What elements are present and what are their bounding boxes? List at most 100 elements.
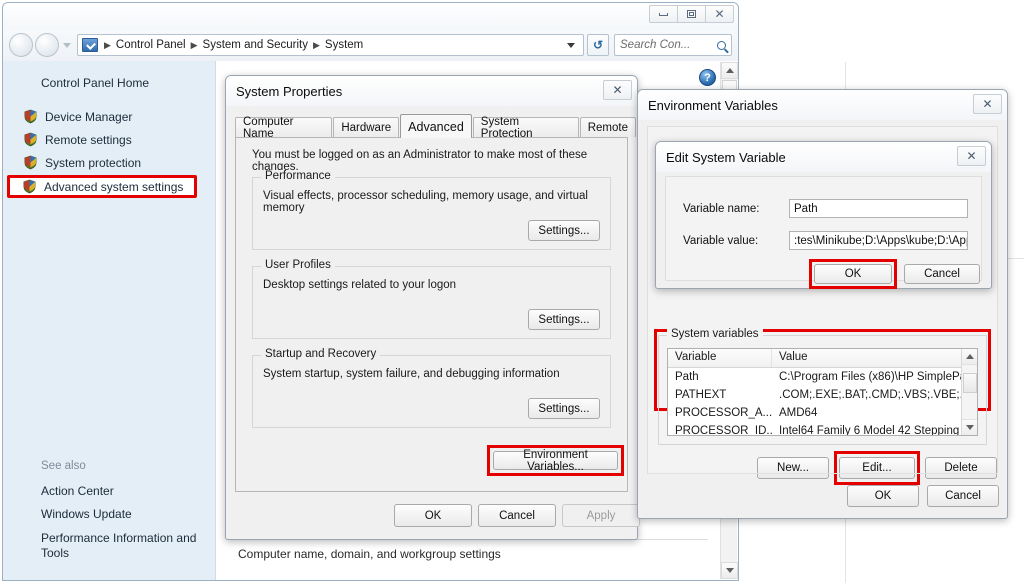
close-icon: ✕ xyxy=(612,83,622,97)
dialog-divider xyxy=(647,473,998,474)
list-scroll-down-button[interactable] xyxy=(962,419,978,435)
sidebar-item-control-panel-home[interactable]: Control Panel Home xyxy=(3,73,215,104)
scroll-up-button[interactable] xyxy=(721,62,738,79)
tab-remote[interactable]: Remote xyxy=(580,117,636,137)
button-label: Cancel xyxy=(499,510,535,522)
table-row[interactable]: PROCESSOR_ID... Intel64 Family 6 Model 4… xyxy=(668,422,977,436)
performance-group: Performance Visual effects, processor sc… xyxy=(252,177,611,250)
chevron-down-icon xyxy=(726,568,734,573)
sidebar-item-label: Device Manager xyxy=(45,110,132,124)
button-label: Cancel xyxy=(945,490,981,502)
table-row[interactable]: Path C:\Program Files (x86)\HP SimplePas… xyxy=(668,368,977,386)
variable-value-input[interactable]: :tes\Minikube;D:\Apps\kube;D:\Apps\doctl… xyxy=(789,231,968,250)
close-icon: ✕ xyxy=(966,149,976,163)
breadcrumb-item-system[interactable]: System xyxy=(323,39,365,51)
environment-variables-titlebar: Environment Variables ✕ xyxy=(638,90,1007,120)
close-edit-system-variable-button[interactable]: ✕ xyxy=(957,146,986,166)
sidebar-item-remote-settings[interactable]: Remote settings xyxy=(7,129,211,150)
edit-variable-panel: Variable name: Path Variable value: :tes… xyxy=(665,176,982,281)
refresh-button[interactable]: ↺ xyxy=(587,34,609,56)
button-label: OK xyxy=(875,490,892,502)
sidebar-item-advanced-system-settings[interactable]: Advanced system settings xyxy=(7,175,197,198)
control-panel-monitor-icon xyxy=(82,38,98,52)
breadcrumb-item-control-panel[interactable]: Control Panel xyxy=(114,39,188,51)
system-properties-ok-button[interactable]: OK xyxy=(394,504,472,527)
button-label: OK xyxy=(425,510,442,522)
shield-icon xyxy=(22,179,37,194)
see-also-section: See also Action Center Windows Update Pe… xyxy=(3,460,215,566)
performance-settings-button[interactable]: Settings... xyxy=(528,220,600,241)
screen-root: ✕ ▶ Control Panel ▶ System and Security … xyxy=(0,0,1024,583)
maximize-icon xyxy=(687,10,696,18)
tab-label: System Protection xyxy=(481,116,571,140)
row-value: Intel64 Family 6 Model 42 Stepping 7, G.… xyxy=(772,425,977,436)
startup-recovery-settings-button[interactable]: Settings... xyxy=(528,398,600,419)
table-row[interactable]: PATHEXT .COM;.EXE;.BAT;.CMD;.VBS;.VBE;.J… xyxy=(668,386,977,404)
edit-system-variable-body: Variable name: Path Variable value: :tes… xyxy=(656,172,991,288)
environment-variables-ok-button[interactable]: OK xyxy=(847,485,919,507)
close-system-properties-button[interactable]: ✕ xyxy=(603,80,632,100)
window-titlebar: ✕ xyxy=(3,3,738,29)
system-properties-cancel-button[interactable]: Cancel xyxy=(478,504,556,527)
button-label: Settings... xyxy=(538,225,589,237)
delete-variable-button[interactable]: Delete xyxy=(925,457,997,479)
row-value: C:\Program Files (x86)\HP SimplePass 2..… xyxy=(772,371,977,383)
table-row[interactable]: PROCESSOR_A... AMD64 xyxy=(668,404,977,422)
maximize-button[interactable] xyxy=(677,5,706,23)
tab-hardware[interactable]: Hardware xyxy=(333,117,399,137)
variable-value-label: Variable value: xyxy=(683,235,758,247)
tab-computer-name[interactable]: Computer Name xyxy=(235,117,332,137)
variable-name-input[interactable]: Path xyxy=(789,199,968,218)
close-environment-variables-button[interactable]: ✕ xyxy=(973,94,1002,114)
sidebar-item-device-manager[interactable]: Device Manager xyxy=(7,106,211,127)
forward-button[interactable] xyxy=(35,33,59,57)
navigation-bar: ▶ Control Panel ▶ System and Security ▶ … xyxy=(3,29,738,61)
list-scrollbar-thumb[interactable] xyxy=(963,373,977,393)
back-button[interactable] xyxy=(9,33,33,57)
see-also-item-performance-information[interactable]: Performance Information and Tools xyxy=(41,527,201,566)
search-box[interactable]: Search Con... xyxy=(614,34,732,56)
list-scroll-up-button[interactable] xyxy=(962,349,978,365)
address-dropdown-icon[interactable] xyxy=(567,43,575,48)
system-variables-group: System variables Variable Value Path C:\… xyxy=(658,335,987,445)
edit-variable-cancel-button[interactable]: Cancel xyxy=(904,264,980,284)
environment-variables-button[interactable]: Environment Variables... xyxy=(493,451,618,470)
system-properties-titlebar: System Properties ✕ xyxy=(226,76,637,106)
scroll-down-button[interactable] xyxy=(721,562,738,579)
tab-advanced[interactable]: Advanced xyxy=(400,114,472,138)
new-variable-button[interactable]: New... xyxy=(757,457,829,479)
row-variable: PATHEXT xyxy=(668,389,772,401)
help-icon[interactable]: ? xyxy=(699,69,716,86)
row-value: .COM;.EXE;.BAT;.CMD;.VBS;.VBE;.JS;.... xyxy=(772,389,977,401)
system-variables-list[interactable]: Variable Value Path C:\Program Files (x8… xyxy=(667,348,978,436)
column-header-variable[interactable]: Variable xyxy=(668,349,772,367)
see-also-item-action-center[interactable]: Action Center xyxy=(41,480,201,504)
breadcrumb-item-system-and-security[interactable]: System and Security xyxy=(201,39,310,51)
system-variables-scrollbar[interactable] xyxy=(961,349,977,435)
breadcrumb-separator-0: ▶ xyxy=(101,40,114,51)
breadcrumb-separator-1: ▶ xyxy=(188,40,201,51)
system-properties-apply-button: Apply xyxy=(562,504,640,527)
minimize-button[interactable] xyxy=(649,5,678,23)
close-window-button[interactable]: ✕ xyxy=(705,5,734,23)
column-header-value[interactable]: Value xyxy=(772,349,977,367)
user-profiles-settings-button[interactable]: Settings... xyxy=(528,309,600,330)
tab-strip: Computer Name Hardware Advanced System P… xyxy=(235,114,637,137)
breadcrumb-separator-2: ▶ xyxy=(310,40,323,51)
edit-variable-ok-button[interactable]: OK xyxy=(814,264,892,284)
user-profiles-description: Desktop settings related to your logon xyxy=(263,279,456,291)
button-label: OK xyxy=(845,268,862,280)
recent-pages-chevron-icon[interactable] xyxy=(63,43,71,48)
environment-variables-cancel-button[interactable]: Cancel xyxy=(927,485,999,507)
tab-system-protection[interactable]: System Protection xyxy=(473,117,579,137)
address-bar[interactable]: ▶ Control Panel ▶ System and Security ▶ … xyxy=(77,34,584,56)
see-also-item-windows-update[interactable]: Windows Update xyxy=(41,503,201,527)
search-input[interactable]: Search Con... xyxy=(620,39,717,51)
chevron-up-icon xyxy=(966,354,974,359)
edit-system-variable-titlebar: Edit System Variable ✕ xyxy=(656,142,991,172)
shield-icon xyxy=(23,109,38,124)
startup-recovery-group: Startup and Recovery System startup, sys… xyxy=(252,355,611,428)
edit-variable-button[interactable]: Edit... xyxy=(839,457,915,479)
system-properties-dialog: System Properties ✕ Computer Name Hardwa… xyxy=(225,75,638,540)
sidebar-item-system-protection[interactable]: System protection xyxy=(7,152,211,173)
